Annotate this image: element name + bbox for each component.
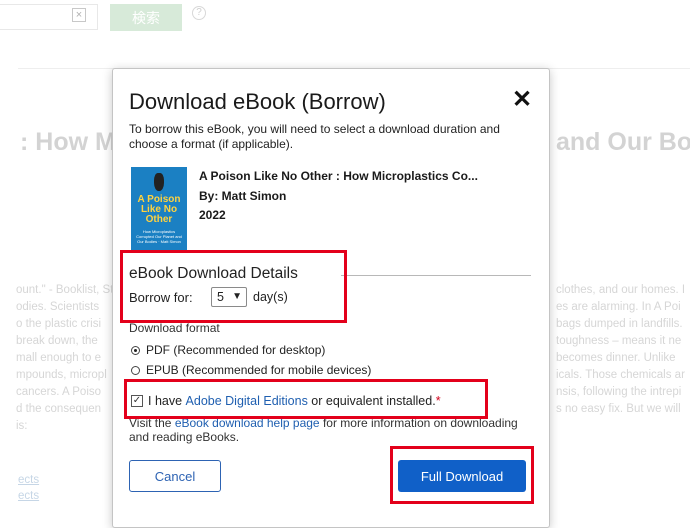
- close-icon[interactable]: ✕: [509, 87, 535, 113]
- download-help-link[interactable]: eBook download help page: [175, 416, 320, 430]
- download-ebook-dialog: Download eBook (Borrow) ✕ To borrow this…: [112, 68, 550, 528]
- format-option-label: PDF (Recommended for desktop): [146, 343, 326, 357]
- subject-link[interactable]: ects: [18, 490, 39, 502]
- agreement-suffix: or equivalent installed.: [307, 394, 436, 408]
- dialog-title: Download eBook (Borrow): [129, 89, 386, 114]
- borrow-for-label: Borrow for:: [129, 290, 193, 305]
- format-option-pdf[interactable]: PDF (Recommended for desktop): [131, 343, 325, 357]
- radio-button[interactable]: [131, 365, 140, 375]
- full-download-button[interactable]: Full Download: [398, 460, 526, 492]
- book-cover-image: A Poison Like No Other How Microplastics…: [131, 167, 187, 251]
- download-format-label: Download format: [129, 321, 220, 335]
- description-right-fragment: clothes, and our homes. I es are alarmin…: [556, 284, 686, 415]
- format-option-epub[interactable]: EPUB (Recommended for mobile devices): [131, 363, 371, 377]
- borrow-duration-value: 5: [217, 290, 224, 304]
- required-marker: *: [435, 394, 441, 408]
- agreement-checkbox[interactable]: ✓: [131, 395, 143, 407]
- borrow-unit-label: day(s): [253, 290, 288, 304]
- cover-subtitle: How Microplastics Corrupted Our Planet a…: [136, 229, 182, 244]
- format-option-label: EPUB (Recommended for mobile devices): [146, 363, 372, 377]
- page-title-right-fragment: and Our Bo: [556, 128, 690, 156]
- radio-button-checked[interactable]: [131, 345, 140, 355]
- search-button[interactable]: 検索: [110, 4, 182, 31]
- subject-link[interactable]: ects: [18, 474, 39, 486]
- help-icon[interactable]: ?: [192, 6, 206, 20]
- section-divider: [341, 275, 531, 276]
- download-details-heading: eBook Download Details: [129, 265, 298, 282]
- adobe-agreement-row: ✓ I have Adobe Digital Editions or equiv…: [131, 394, 441, 408]
- borrow-duration-select[interactable]: 5 ▼: [211, 287, 247, 307]
- cover-title: A Poison Like No Other: [137, 194, 181, 225]
- book-title: A Poison Like No Other : How Microplasti…: [199, 169, 478, 183]
- chevron-down-icon: ▼: [232, 291, 242, 302]
- book-author: By: Matt Simon: [199, 189, 287, 203]
- cancel-button[interactable]: Cancel: [129, 460, 221, 492]
- description-left-fragment: ount." - Booklist, St odies. Scientists …: [16, 284, 114, 432]
- agreement-prefix: I have: [148, 394, 186, 408]
- clear-search-icon[interactable]: ×: [72, 8, 86, 22]
- dialog-intro-text: To borrow this eBook, you will need to s…: [129, 122, 500, 151]
- lightbulb-icon: [154, 173, 164, 191]
- adobe-digital-editions-link[interactable]: Adobe Digital Editions: [186, 394, 308, 408]
- download-help-text: Visit the eBook download help page for m…: [129, 416, 518, 444]
- page-title-left-fragment: : How M: [20, 128, 116, 156]
- book-year: 2022: [199, 208, 226, 222]
